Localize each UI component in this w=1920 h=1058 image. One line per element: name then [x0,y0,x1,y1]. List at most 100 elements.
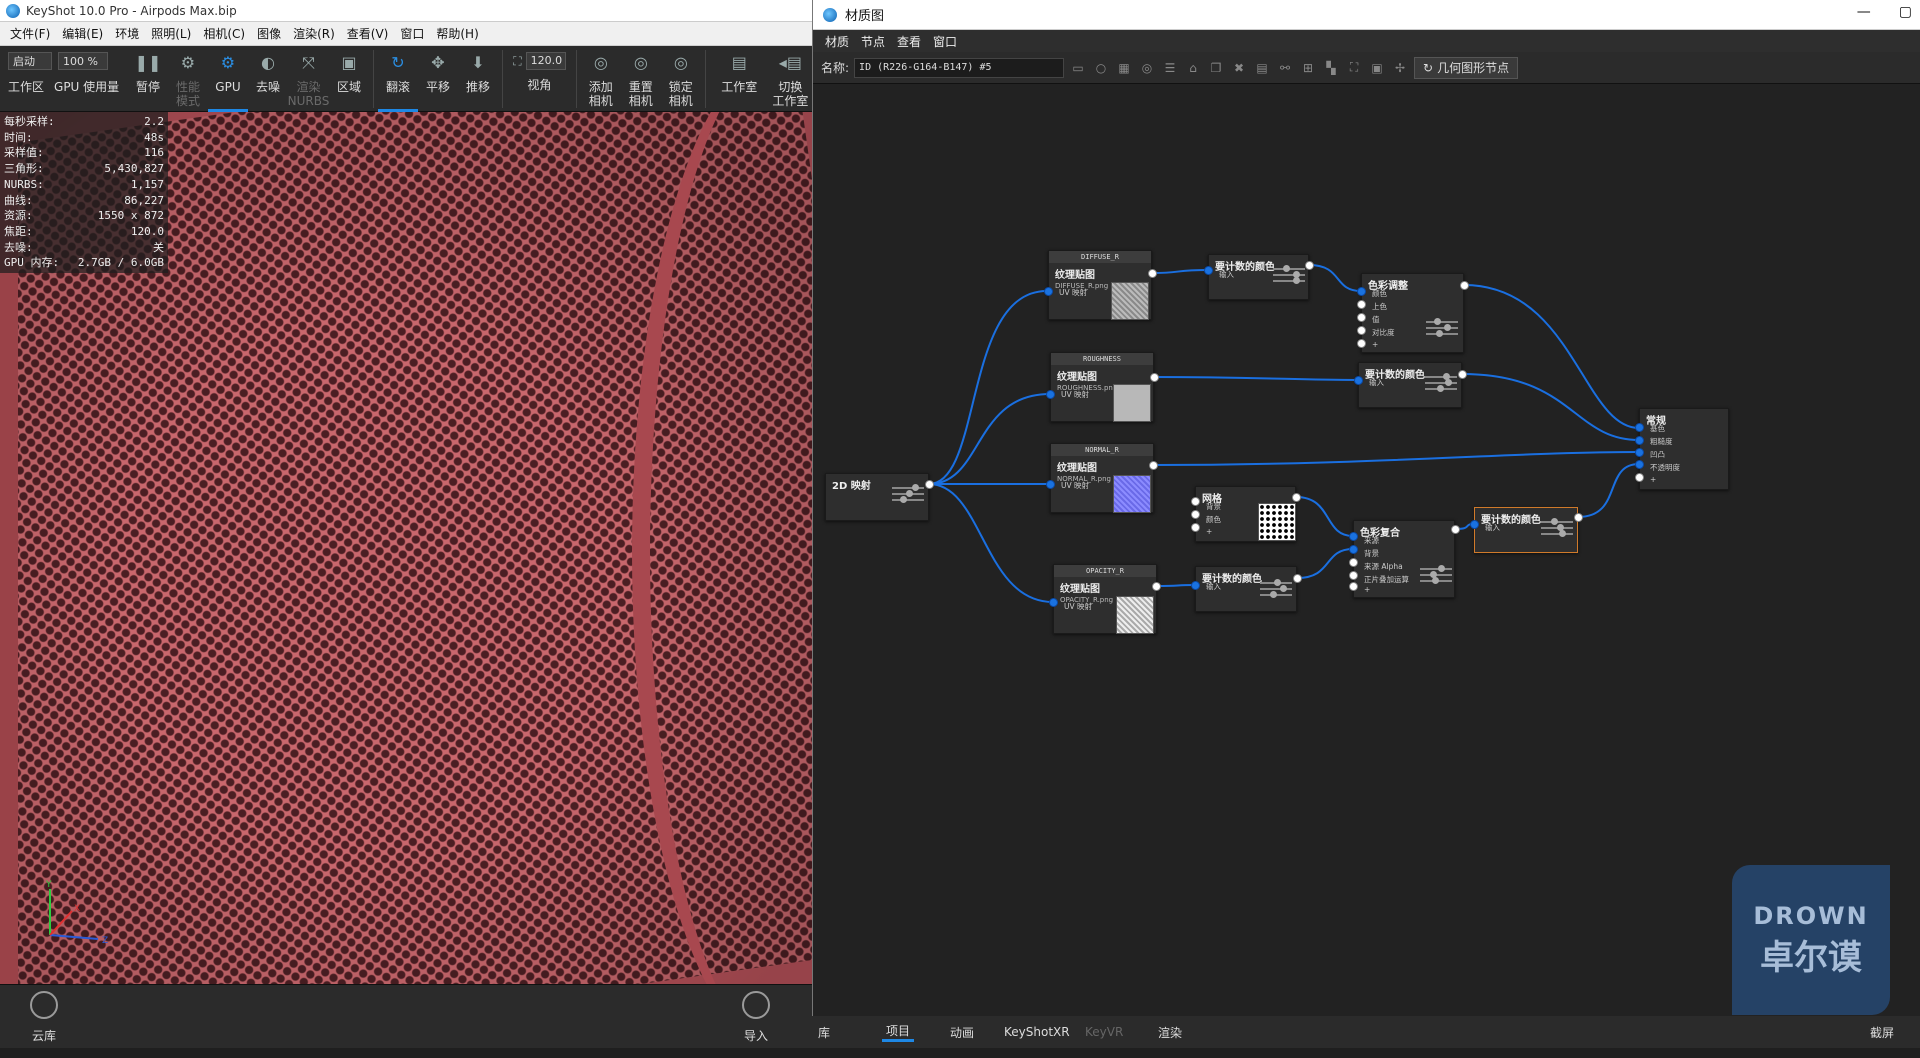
input-port[interactable] [1635,448,1644,457]
frame-icon[interactable]: ▣ [1368,59,1386,77]
studio-button[interactable]: ▤ 工作室 [710,46,769,112]
maximize-button[interactable]: ▢ [1899,4,1912,20]
zoom-icon[interactable]: ○ [1092,59,1110,77]
output-port[interactable] [1451,525,1460,534]
animation-button[interactable]: 动画 [950,1024,974,1041]
input-port[interactable] [1635,436,1644,445]
node-multiply-color-2[interactable]: 要计数的颜色 输入 [1358,362,1462,408]
input-port[interactable] [1191,581,1200,590]
node-general-material[interactable]: 常规 基色 粗糙度 凹凸 不透明度 + [1639,408,1729,490]
pan-button[interactable]: ✥ 平移 [418,46,458,112]
fov-field[interactable]: 120.0 [525,52,566,70]
lock-camera-button[interactable]: ◎ 锁定 相机 [661,46,701,112]
link-icon[interactable]: ⚯ [1276,59,1294,77]
workspace-dropdown[interactable]: 启动 [8,52,52,70]
input-port[interactable] [1635,423,1644,432]
output-port[interactable] [1148,269,1157,278]
layout-icon[interactable]: ▚ [1322,59,1340,77]
group-icon[interactable]: ▤ [1253,59,1271,77]
output-port[interactable] [1458,370,1467,379]
menu-render[interactable]: 渲染(R) [287,25,341,42]
geometry-nodes-button[interactable]: ↻ 几何图形节点 [1414,56,1519,79]
input-port[interactable] [1191,510,1200,519]
grid-icon[interactable]: ▦ [1115,59,1133,77]
input-port[interactable] [1349,582,1358,591]
keyvr-button[interactable]: KeyVR [1085,1025,1123,1039]
input-port[interactable] [1635,460,1644,469]
input-port[interactable] [1357,287,1366,296]
output-port[interactable] [1152,582,1161,591]
node-multiply-color-1[interactable]: 要计数的颜色 输入 [1208,254,1309,300]
save-icon[interactable]: ▭ [1069,59,1087,77]
region-button[interactable]: ▣ 区域 [329,46,369,112]
add-camera-button[interactable]: ◎ 添加 相机 [581,46,621,112]
input-port[interactable] [1349,545,1358,554]
cloud-library-button[interactable]: 云库 [14,991,74,1044]
input-port[interactable] [1349,571,1358,580]
node-multiply-color-3[interactable]: 要计数的颜色 输入 [1195,566,1297,612]
gpu-button[interactable]: ⚙ GPU [207,46,248,112]
menu-image[interactable]: 图像 [251,25,287,42]
node-multiply-color-4[interactable]: 要计数的颜色 输入 [1474,507,1578,553]
keyshotxr-button[interactable]: KeyShotXR [1004,1025,1070,1039]
output-port[interactable] [1574,513,1583,522]
node-color-adjust[interactable]: 色彩调整 颜色 上色 值 对比度 + [1361,273,1464,353]
library-button[interactable]: 库 [818,1024,830,1041]
material-name-field[interactable]: ID (R226-G164-B147) #5 [854,57,1065,78]
switch-studio-button[interactable]: ◂▤ 切换 工作室 [769,46,812,112]
node-2d-mapping[interactable]: 2D 映射 [825,473,929,521]
fit-icon[interactable]: ⛶ [1345,59,1363,77]
output-port[interactable] [1305,261,1314,270]
copy-icon[interactable]: ❐ [1207,59,1225,77]
menu-camera[interactable]: 相机(C) [197,25,251,42]
input-port[interactable] [1635,473,1644,482]
render-button[interactable]: 渲染 [1158,1024,1182,1041]
output-port[interactable] [1150,373,1159,382]
menu-window[interactable]: 窗口 [394,25,430,42]
input-port[interactable] [1049,598,1058,607]
input-port[interactable] [1357,339,1366,348]
input-port[interactable] [1046,480,1055,489]
delete-icon[interactable]: ✖ [1230,59,1248,77]
input-port[interactable] [1349,558,1358,567]
import-button[interactable]: 导入 [726,991,786,1044]
input-port[interactable] [1191,497,1200,506]
menu-view[interactable]: 查看(V) [341,25,395,42]
dolly-button[interactable]: ⬇ 推移 [458,46,498,112]
input-port[interactable] [1046,390,1055,399]
input-port[interactable] [1204,266,1213,275]
menu-environment[interactable]: 环境 [109,25,145,42]
output-port[interactable] [1292,493,1301,502]
mg-menu-material[interactable]: 材质 [819,33,855,50]
minimize-button[interactable]: — [1857,4,1871,20]
input-port[interactable] [1357,326,1366,335]
arrange-icon[interactable]: ⊞ [1299,59,1317,77]
output-port[interactable] [925,480,934,489]
input-port[interactable] [1191,523,1200,532]
menu-lighting[interactable]: 照明(L) [145,25,197,42]
input-port[interactable] [1349,532,1358,541]
menu-help[interactable]: 帮助(H) [430,25,484,42]
output-port[interactable] [1293,574,1302,583]
input-port[interactable] [1044,287,1053,296]
split-icon[interactable]: ✢ [1391,59,1409,77]
mg-menu-view[interactable]: 查看 [891,33,927,50]
menu-edit[interactable]: 编辑(E) [56,25,109,42]
output-port[interactable] [1149,461,1158,470]
sliders-icon[interactable]: ☰ [1161,59,1179,77]
pause-button[interactable]: ❚❚ 暂停 [128,46,168,112]
node-texture-opacity[interactable]: OPACITY_R 纹理贴图 OPACITY_R.png UV 映射 [1053,564,1157,634]
screenshot-button[interactable]: 截屏 [1870,1024,1894,1041]
render-nurbs-button[interactable]: ⤧ 渲染 NURBS [288,46,330,112]
mg-menu-window[interactable]: 窗口 [927,33,963,50]
input-port[interactable] [1354,376,1363,385]
performance-mode-button[interactable]: ⚙ 性能 模式 [168,46,208,112]
input-port[interactable] [1357,300,1366,309]
node-texture-normal[interactable]: NORMAL_R 纹理贴图 NORMAL_R.png UV 映射 [1050,443,1154,513]
lock-icon[interactable]: ⌂ [1184,59,1202,77]
mg-menu-node[interactable]: 节点 [855,33,891,50]
node-texture-roughness[interactable]: ROUGHNESS 纹理贴图 ROUGHNESS.png UV 映射 [1050,352,1154,422]
node-color-composite[interactable]: 色彩复合 来源 背景 来源 Alpha 正片叠加运算 + [1353,520,1455,598]
input-port[interactable] [1470,520,1479,529]
output-port[interactable] [1460,281,1469,290]
